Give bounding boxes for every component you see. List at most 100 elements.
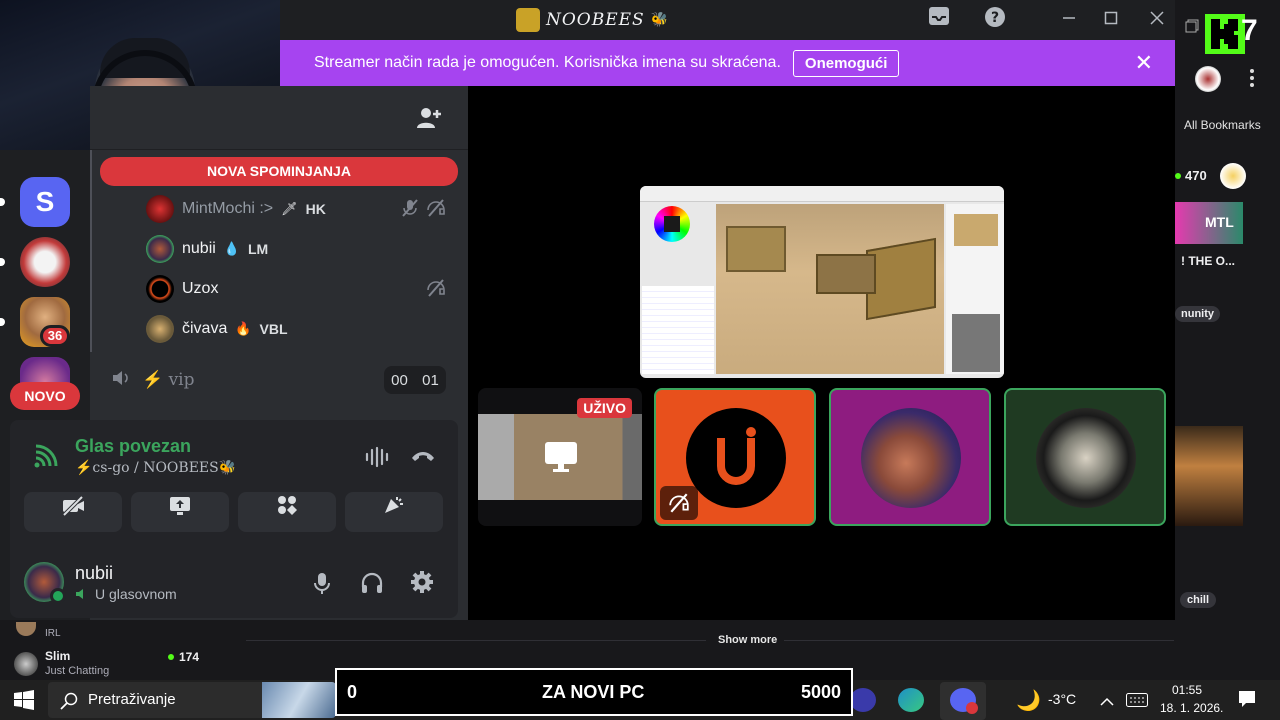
stream-preview-tile[interactable]: UŽIVO (478, 388, 642, 526)
search-highlight-image (262, 682, 336, 718)
muted-mic-icon (400, 198, 420, 222)
activities-icon (278, 496, 297, 515)
voice-channel-path[interactable]: ⚡cs-go / NOOBEES🐝 (75, 460, 236, 476)
disconnect-icon[interactable] (410, 448, 436, 468)
kick-k-icon (1211, 19, 1238, 49)
viewer-count: 470 (1185, 168, 1207, 183)
keyboard-icon[interactable] (1126, 692, 1148, 711)
member-row[interactable]: čivava 🔥 VBL (146, 314, 288, 344)
tray-chevron-icon[interactable] (1100, 692, 1114, 711)
community-tag[interactable]: nunity (1175, 306, 1220, 322)
close-window-icon[interactable] (1142, 6, 1172, 34)
more-options-icon[interactable] (1249, 68, 1255, 92)
all-bookmarks-link[interactable]: All Bookmarks (1184, 118, 1261, 132)
avatar (146, 315, 174, 343)
profile-avatar[interactable] (1195, 66, 1221, 92)
channel-avatar[interactable] (16, 622, 36, 636)
disable-streamer-mode-button[interactable]: Onemogući (792, 49, 900, 77)
channel-category: Just Chatting (45, 665, 110, 677)
deafened-icon (426, 278, 446, 302)
new-mentions-pill[interactable]: NOVA SPOMINJANJA (100, 157, 458, 186)
screen-share-main[interactable] (640, 186, 1004, 378)
minimize-icon[interactable] (1054, 6, 1084, 34)
clock-date[interactable]: 18. 1. 2026. (1160, 701, 1223, 715)
user-name[interactable]: nubii (75, 563, 113, 584)
unread-indicator (0, 198, 5, 206)
count-limit: 01 (422, 371, 439, 389)
participant-tile-civava[interactable] (1004, 388, 1166, 526)
headphones-icon[interactable] (360, 571, 384, 599)
screen-share-button[interactable] (131, 492, 229, 532)
camera-off-button[interactable] (24, 492, 122, 532)
weather-temp[interactable]: -3°C (1048, 691, 1076, 707)
windows-start-icon[interactable] (14, 690, 34, 714)
close-banner-icon[interactable]: ✕ (1135, 51, 1153, 76)
stream-title-snippet[interactable]: ! THE O... (1181, 254, 1235, 268)
mtl-text: MTL (1205, 214, 1234, 230)
live-dot (168, 654, 174, 660)
count-current: 00 (391, 371, 408, 389)
uzox-avatar (686, 408, 786, 508)
uzox-logo-icon (717, 427, 756, 485)
clock-time[interactable]: 01:55 (1172, 683, 1202, 697)
title-bar: NOOBEES 🐝 ? (280, 0, 1175, 40)
voice-channel-name: ⚡ vip (142, 370, 195, 390)
notifications-icon[interactable] (1238, 690, 1256, 712)
help-icon[interactable]: ? (980, 6, 1010, 34)
member-tag-icon: 💧 (223, 241, 240, 256)
channel-avatar[interactable] (14, 652, 38, 676)
add-friend-icon[interactable] (416, 106, 442, 134)
soundboard-button[interactable] (345, 492, 443, 532)
member-tag-icon: 🗡 (281, 201, 298, 216)
member-row[interactable]: nubii 💧 LM (146, 234, 268, 264)
voice-user-count: 00 01 (384, 366, 446, 394)
participant-tile-nubii[interactable] (829, 388, 991, 526)
layers-list (642, 286, 714, 374)
deafened-icon (426, 198, 446, 222)
weather-moon-icon[interactable]: 🌙 (1016, 688, 1041, 712)
microphone-icon[interactable] (312, 571, 332, 599)
deafened-icon (660, 486, 698, 520)
window-title: NOOBEES 🐝 (516, 8, 669, 32)
stream-thumbnail-game[interactable] (1175, 426, 1243, 526)
activities-button[interactable] (238, 492, 336, 532)
member-row[interactable]: Uzox (146, 274, 218, 304)
iptv-icon[interactable] (850, 688, 876, 712)
crate (816, 254, 876, 294)
inbox-icon[interactable] (924, 6, 954, 34)
member-tag: VBL (259, 321, 288, 337)
noise-suppression-icon[interactable] (364, 446, 390, 472)
voice-status[interactable]: Glas povezan (75, 436, 191, 457)
viewer-count: 174 (179, 650, 200, 664)
svg-text:?: ? (991, 10, 999, 26)
novo-badge[interactable]: NOVO (10, 382, 80, 410)
settings-gear-icon[interactable] (410, 570, 434, 598)
member-name: MintMochi :> (182, 200, 274, 217)
member-name: nubii (182, 240, 216, 257)
restore-icon[interactable] (1185, 18, 1199, 37)
civava-avatar (1036, 408, 1136, 508)
maximize-icon[interactable] (1096, 6, 1126, 34)
chill-tag[interactable]: chill (1180, 592, 1217, 608)
server-clown[interactable] (20, 237, 70, 287)
goal-label: ZA NOVI PC (542, 682, 645, 702)
voice-tree-line (90, 150, 92, 352)
participant-tile-uzox[interactable] (654, 388, 816, 526)
member-tag-icon: 🔥 (235, 321, 252, 336)
show-more-link[interactable]: Show more (718, 634, 777, 646)
streamer-mode-banner: Streamer način rada je omogućen. Korisni… (280, 40, 1175, 86)
channel-name[interactable]: Slim (45, 649, 70, 663)
member-row[interactable]: MintMochi :> 🗡 HK (146, 194, 326, 224)
color-swatch (664, 216, 680, 232)
edge-icon[interactable] (898, 688, 924, 712)
divider (246, 640, 706, 641)
channel-avatar[interactable] (1220, 163, 1246, 189)
crate (726, 226, 786, 272)
user-status-row: U glasovnom (75, 586, 177, 602)
toolbar-strip (640, 186, 1004, 202)
camera-off-icon (62, 495, 84, 517)
unread-indicator (0, 318, 5, 326)
server-logo-icon (516, 8, 540, 32)
stream-thumbnail-mtl[interactable]: MTL (1175, 202, 1243, 244)
server-s[interactable]: S (20, 177, 70, 227)
